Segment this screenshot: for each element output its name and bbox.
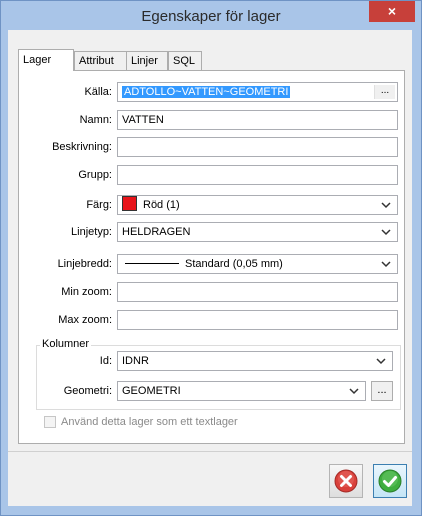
textlager-label: Använd detta lager som ett textlager xyxy=(61,416,238,428)
geometri-value: GEOMETRI xyxy=(122,385,181,397)
cancel-icon xyxy=(334,469,358,493)
window-title: Egenskaper för lager xyxy=(141,8,281,25)
footer-separator xyxy=(8,451,412,452)
tab-linjer[interactable]: Linjer xyxy=(126,51,168,70)
close-button[interactable]: × xyxy=(369,1,415,22)
geometri-label: Geometri: xyxy=(63,385,112,397)
linjebredd-label: Linjebredd: xyxy=(57,258,112,270)
farg-label: Färg: xyxy=(86,199,112,211)
beskrivning-input[interactable] xyxy=(117,137,398,157)
title-bar[interactable]: Egenskaper för lager × xyxy=(1,1,421,31)
max-zoom-label: Max zoom: xyxy=(58,314,112,326)
min-zoom-label: Min zoom: xyxy=(61,286,112,298)
tab-lager[interactable]: Lager xyxy=(18,49,74,71)
ok-button[interactable] xyxy=(373,464,407,498)
id-label: Id: xyxy=(99,355,112,367)
chevron-down-icon xyxy=(381,202,391,209)
grupp-input[interactable] xyxy=(117,165,398,185)
namn-label: Namn: xyxy=(79,114,112,126)
kalla-field[interactable]: ADTOLLO~VATTEN~GEOMETRI ... xyxy=(117,82,398,102)
textlager-checkbox[interactable] xyxy=(44,416,56,428)
chevron-down-icon xyxy=(381,261,391,268)
linjebredd-combo[interactable]: Standard (0,05 mm) xyxy=(117,254,398,274)
linjetyp-value: HELDRAGEN xyxy=(122,226,191,238)
kalla-label: Källa: xyxy=(84,86,112,98)
line-width-sample xyxy=(125,263,179,264)
min-zoom-input[interactable] xyxy=(117,282,398,302)
grupp-label: Grupp: xyxy=(78,169,112,181)
farg-combo[interactable]: Röd (1) xyxy=(117,195,398,215)
color-swatch xyxy=(122,196,137,211)
ok-check-icon xyxy=(378,469,402,493)
farg-value: Röd (1) xyxy=(143,199,180,211)
beskrivning-label: Beskrivning: xyxy=(52,141,112,153)
id-value: IDNR xyxy=(122,355,149,367)
tab-sql[interactable]: SQL xyxy=(168,51,202,70)
linjetyp-label: Linjetyp: xyxy=(71,226,112,238)
tab-attribut[interactable]: Attribut xyxy=(74,51,127,70)
kolumner-title: Kolumner xyxy=(40,337,92,351)
chevron-down-icon xyxy=(381,229,391,236)
geometri-browse-button[interactable]: ... xyxy=(371,381,393,401)
id-combo[interactable]: IDNR xyxy=(117,351,393,371)
linjetyp-combo[interactable]: HELDRAGEN xyxy=(117,222,398,242)
cancel-button[interactable] xyxy=(329,464,363,498)
chevron-down-icon xyxy=(376,358,386,365)
max-zoom-input[interactable] xyxy=(117,310,398,330)
namn-input[interactable]: VATTEN xyxy=(117,110,398,130)
chevron-down-icon xyxy=(349,388,359,395)
kalla-browse-button[interactable]: ... xyxy=(374,85,395,99)
geometri-combo[interactable]: GEOMETRI xyxy=(117,381,366,401)
linjebredd-value: Standard (0,05 mm) xyxy=(185,258,283,270)
kalla-value: ADTOLLO~VATTEN~GEOMETRI xyxy=(122,86,291,98)
